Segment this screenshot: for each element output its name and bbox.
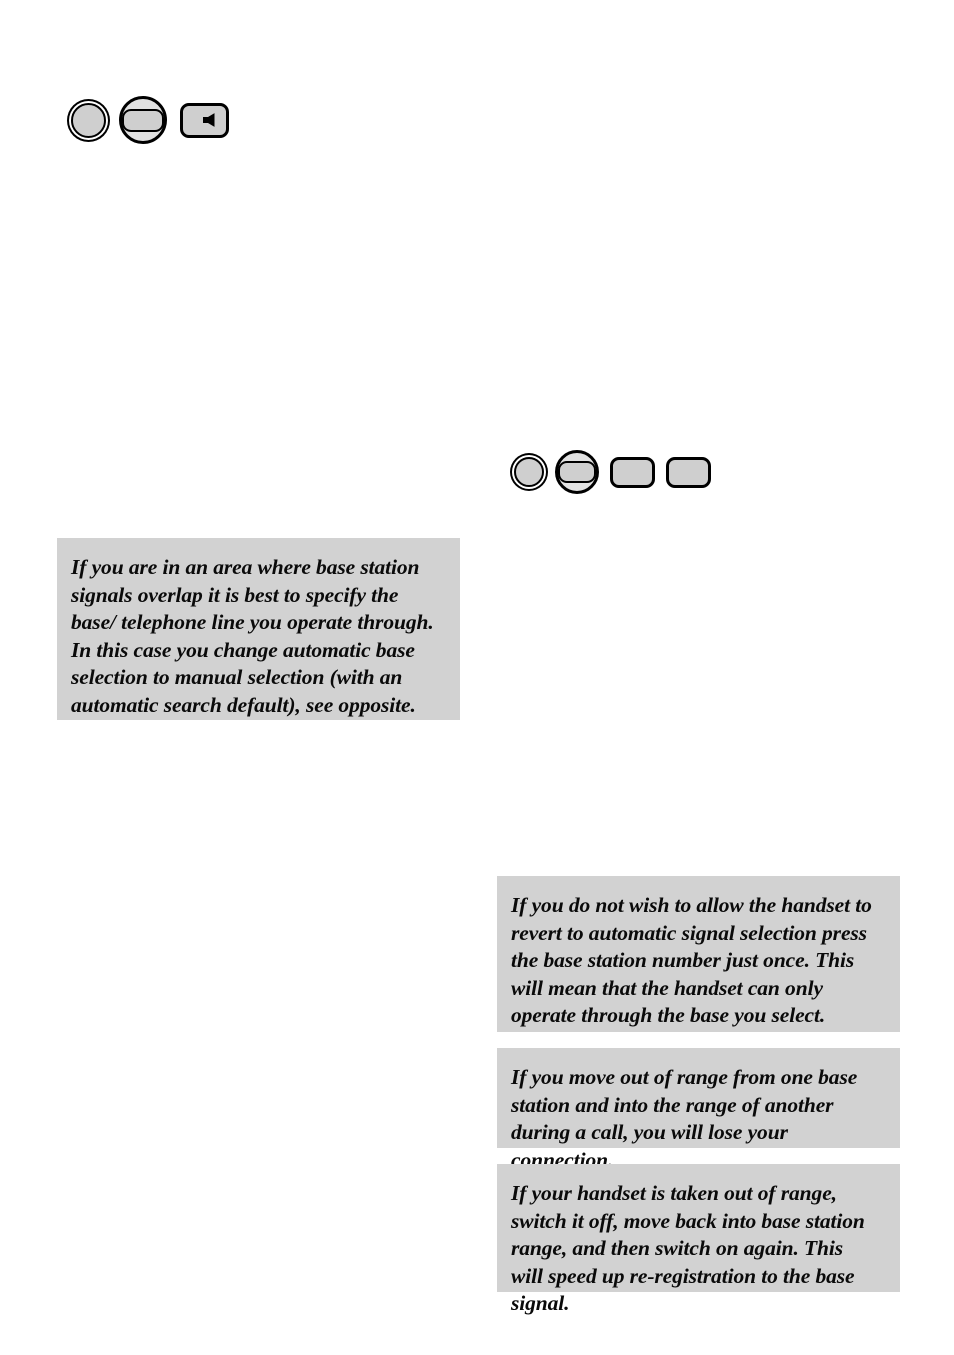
- note-box-out-of-range: If you move out of range from one base s…: [497, 1048, 900, 1172]
- inner-oval-shape: [558, 461, 596, 483]
- inner-oval-shape: [122, 108, 164, 132]
- blank-rectangle-button-icon[interactable]: [610, 456, 655, 488]
- middle-key-row: [514, 450, 711, 494]
- speaker-glyph-icon: [203, 113, 215, 127]
- note-box-switch-off: If your handset is taken out of range, s…: [497, 1164, 900, 1315]
- speaker-button-icon[interactable]: [180, 102, 229, 138]
- circle-button-icon[interactable]: [71, 102, 106, 138]
- note-text: If you do not wish to allow the handset …: [511, 893, 872, 1027]
- blank-rectangle-button-icon[interactable]: [666, 456, 711, 488]
- oval-in-circle-button-icon[interactable]: [555, 450, 599, 494]
- top-key-row: [71, 96, 229, 144]
- note-box-no-auto-revert: If you do not wish to allow the handset …: [497, 876, 900, 1032]
- note-box-base-overlap: If you are in an area where base station…: [57, 538, 460, 720]
- oval-in-circle-button-icon[interactable]: [119, 96, 167, 144]
- note-text: If you are in an area where base station…: [71, 555, 434, 717]
- note-text: If your handset is taken out of range, s…: [511, 1181, 865, 1315]
- note-text: If you move out of range from one base s…: [511, 1065, 858, 1172]
- circle-button-icon[interactable]: [514, 457, 544, 487]
